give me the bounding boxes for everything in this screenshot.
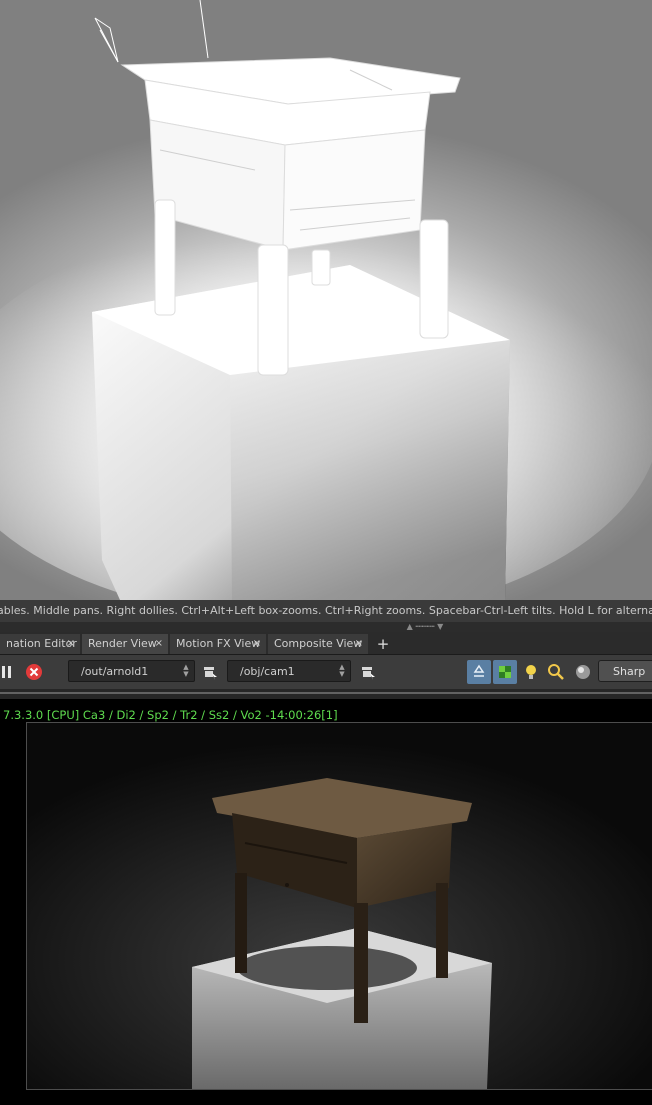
sharp-button[interactable]: Sharp — [598, 660, 652, 682]
checker-icon[interactable] — [493, 660, 517, 684]
tab-render-view[interactable]: Render View × — [82, 634, 168, 654]
tab-close-icon[interactable]: × — [155, 634, 163, 654]
splitter-grip-icon[interactable]: ▲ ┅┅┅┅ ▼ — [390, 623, 460, 631]
render-info-text: 7.3.3.0 [CPU] Ca3 / Di2 / Sp2 / Tr2 / Ss… — [3, 708, 338, 722]
sphere-icon[interactable] — [574, 663, 592, 681]
camera-field[interactable]: /obj/cam1 ▲ ▼ — [227, 660, 351, 682]
stop-render-icon[interactable] — [25, 663, 43, 681]
tab-motion-fx-view[interactable]: Motion FX View × — [170, 634, 266, 654]
render-node-field[interactable]: /out/arnold1 ▲ ▼ — [68, 660, 195, 682]
scene-viewport[interactable] — [0, 0, 652, 600]
render-node-value: /out/arnold1 — [81, 665, 149, 678]
camera-gizmo[interactable] — [94, 0, 209, 63]
rendered-scene — [27, 723, 652, 1089]
render-toolbar: /out/arnold1 ▲ ▼ /obj/cam1 ▲ ▼ Sharp — [0, 655, 652, 689]
camera-value: /obj/cam1 — [240, 665, 295, 678]
render-node-picker-icon[interactable] — [201, 663, 219, 681]
add-tab-icon[interactable]: + — [374, 634, 392, 654]
pause-icon[interactable] — [0, 663, 14, 681]
tab-composite-view[interactable]: Composite View × — [268, 634, 368, 654]
render-node-spin-icon[interactable]: ▲ ▼ — [182, 664, 190, 678]
tab-label: Motion FX View — [176, 637, 261, 650]
tab-close-icon[interactable]: × — [67, 634, 75, 654]
tab-animation-editor[interactable]: nation Editor × — [0, 634, 80, 654]
camera-spin-icon[interactable]: ▲ ▼ — [338, 664, 346, 678]
toolbar-divider — [0, 689, 652, 699]
light-bulb-icon[interactable] — [522, 663, 540, 681]
pane-tab-bar: nation Editor × Render View × Motion FX … — [0, 632, 652, 655]
viewport-scene — [0, 0, 652, 600]
viewport-status-bar: ables. Middle pans. Right dollies. Ctrl+… — [0, 600, 652, 622]
tab-label: Render View — [88, 637, 157, 650]
magnify-icon[interactable] — [547, 663, 565, 681]
camera-picker-icon[interactable] — [359, 663, 377, 681]
tab-label: Composite View — [274, 637, 363, 650]
status-text: ables. Middle pans. Right dollies. Ctrl+… — [0, 604, 652, 617]
recycle-icon[interactable] — [467, 660, 491, 684]
pane-splitter[interactable]: ▲ ┅┅┅┅ ▼ — [0, 622, 652, 632]
render-image[interactable] — [26, 722, 652, 1090]
tab-close-icon[interactable]: × — [355, 634, 363, 654]
tab-close-icon[interactable]: × — [253, 634, 261, 654]
